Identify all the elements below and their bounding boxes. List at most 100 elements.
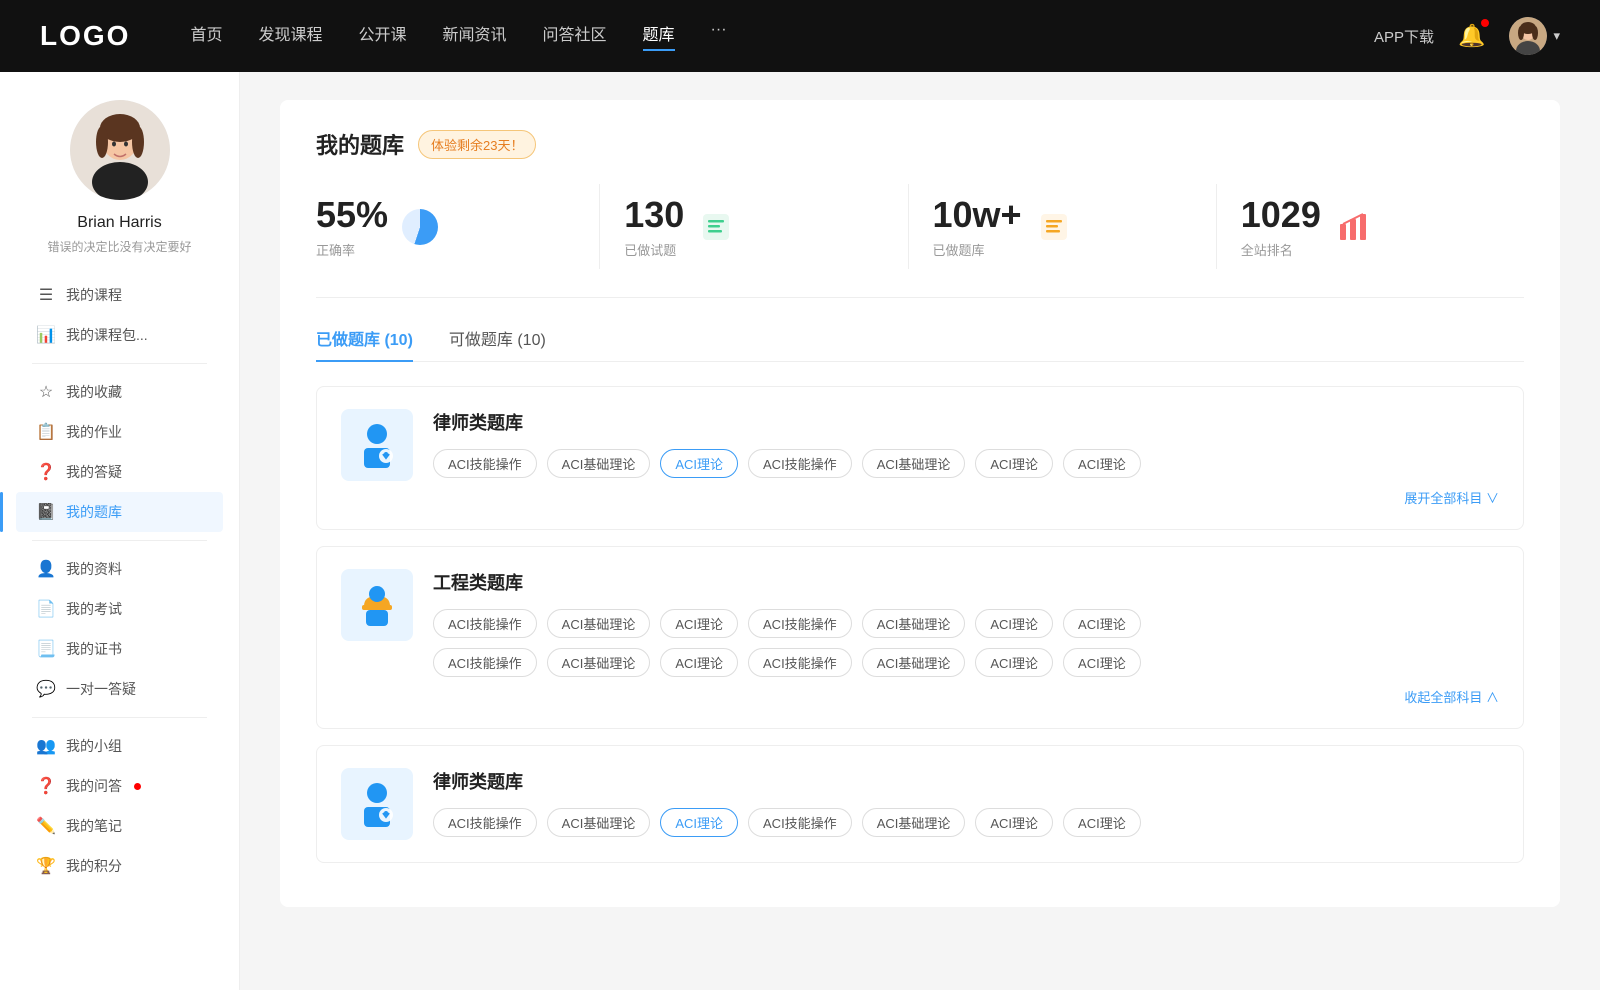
sidebar-label-my-points: 我的积分 xyxy=(66,856,122,876)
sidebar-item-my-notes[interactable]: ✏️ 我的笔记 xyxy=(16,806,223,846)
bell-button[interactable]: 🔔 xyxy=(1458,23,1485,49)
stat-done-banks-value: 10w+ xyxy=(933,194,1022,236)
questions-badge xyxy=(134,783,141,790)
engineer-icon-box xyxy=(341,569,413,641)
page-title: 我的题库 xyxy=(316,128,404,160)
tag-2-1[interactable]: ACI技能操作 xyxy=(433,609,537,638)
tag-2-9[interactable]: ACI基础理论 xyxy=(547,648,651,677)
tag-1-3[interactable]: ACI理论 xyxy=(660,449,738,478)
sidebar-item-one-on-one[interactable]: 💬 一对一答疑 xyxy=(16,669,223,709)
sidebar-item-my-cert[interactable]: 📃 我的证书 xyxy=(16,629,223,669)
qbank-card-3-header: 律师类题库 ACI技能操作 ACI基础理论 ACI理论 ACI技能操作 ACI基… xyxy=(341,768,1499,840)
sidebar-label-my-profile: 我的资料 xyxy=(66,559,122,579)
nav-open-course[interactable]: 公开课 xyxy=(358,21,406,51)
sidebar-item-my-group[interactable]: 👥 我的小组 xyxy=(16,726,223,766)
sidebar-item-my-packages[interactable]: 📊 我的课程包... xyxy=(16,315,223,355)
lawyer-icon-box-1 xyxy=(341,409,413,481)
tag-2-3[interactable]: ACI理论 xyxy=(660,609,738,638)
sidebar-label-my-exam: 我的考试 xyxy=(66,599,122,619)
app-download-link[interactable]: APP下载 xyxy=(1374,26,1434,47)
tab-todo[interactable]: 可做题库 (10) xyxy=(449,326,546,362)
main-layout: Brian Harris 错误的决定比没有决定要好 ☰ 我的课程 📊 我的课程包… xyxy=(0,72,1600,990)
sidebar-item-my-qbank[interactable]: 📓 我的题库 xyxy=(16,492,223,532)
tag-3-5[interactable]: ACI基础理论 xyxy=(862,808,966,837)
qbank-card-3: 律师类题库 ACI技能操作 ACI基础理论 ACI理论 ACI技能操作 ACI基… xyxy=(316,745,1524,863)
avatar xyxy=(1509,17,1547,55)
tag-1-1[interactable]: ACI技能操作 xyxy=(433,449,537,478)
stat-accuracy: 55% 正确率 xyxy=(316,184,600,269)
nav-more[interactable]: ··· xyxy=(711,21,727,51)
nav-home[interactable]: 首页 xyxy=(190,21,222,51)
stat-rank: 1029 全站排名 xyxy=(1217,184,1524,269)
tags-row-2b: ACI技能操作 ACI基础理论 ACI理论 ACI技能操作 ACI基础理论 AC… xyxy=(433,648,1499,677)
group-icon: 👥 xyxy=(36,736,56,756)
sidebar-item-my-qa[interactable]: ❓ 我的答疑 xyxy=(16,452,223,492)
sidebar-item-my-questions[interactable]: ❓ 我的问答 xyxy=(16,766,223,806)
pie-chart-icon xyxy=(402,209,438,245)
sidebar-item-my-homework[interactable]: 📋 我的作业 xyxy=(16,412,223,452)
user-avatar-area[interactable]: ▾ xyxy=(1509,17,1560,55)
tag-1-2[interactable]: ACI基础理论 xyxy=(547,449,651,478)
sidebar-item-my-exam[interactable]: 📄 我的考试 xyxy=(16,589,223,629)
sidebar-item-my-favorites[interactable]: ☆ 我的收藏 xyxy=(16,372,223,412)
nav-qbank[interactable]: 题库 xyxy=(643,21,675,51)
tag-3-3[interactable]: ACI理论 xyxy=(660,808,738,837)
nav-qa[interactable]: 问答社区 xyxy=(543,21,607,51)
tag-1-5[interactable]: ACI基础理论 xyxy=(862,449,966,478)
tag-2-7[interactable]: ACI理论 xyxy=(1063,609,1141,638)
tag-2-8[interactable]: ACI技能操作 xyxy=(433,648,537,677)
tag-2-6[interactable]: ACI理论 xyxy=(975,609,1053,638)
navbar: LOGO 首页 发现课程 公开课 新闻资讯 问答社区 题库 ··· APP下载 … xyxy=(0,0,1600,72)
qbank-icon: 📓 xyxy=(36,502,56,522)
tag-2-10[interactable]: ACI理论 xyxy=(660,648,738,677)
tag-1-4[interactable]: ACI技能操作 xyxy=(748,449,852,478)
tags-row-1: ACI技能操作 ACI基础理论 ACI理论 ACI技能操作 ACI基础理论 AC… xyxy=(433,449,1499,478)
tag-3-4[interactable]: ACI技能操作 xyxy=(748,808,852,837)
tag-2-13[interactable]: ACI理论 xyxy=(975,648,1053,677)
stat-accuracy-value: 55% xyxy=(316,194,388,236)
stat-done-banks: 10w+ 已做题库 xyxy=(909,184,1217,269)
expand-link-1[interactable]: 展开全部科目 ∨ xyxy=(433,488,1499,507)
tag-2-14[interactable]: ACI理论 xyxy=(1063,648,1141,677)
qbank-card-1-body: 律师类题库 ACI技能操作 ACI基础理论 ACI理论 ACI技能操作 ACI基… xyxy=(433,409,1499,507)
sidebar-menu: ☰ 我的课程 📊 我的课程包... ☆ 我的收藏 📋 我的作业 ❓ 我的答疑 📓 xyxy=(0,275,239,886)
exam-icon: 📄 xyxy=(36,599,56,619)
tag-1-6[interactable]: ACI理论 xyxy=(975,449,1053,478)
qbank-card-1-header: 律师类题库 ACI技能操作 ACI基础理论 ACI理论 ACI技能操作 ACI基… xyxy=(341,409,1499,507)
tag-3-7[interactable]: ACI理论 xyxy=(1063,808,1141,837)
tab-done[interactable]: 已做题库 (10) xyxy=(316,326,413,362)
sidebar-divider-1 xyxy=(32,363,207,364)
stat-done-questions-value: 130 xyxy=(624,194,684,236)
tag-2-2[interactable]: ACI基础理论 xyxy=(547,609,651,638)
stat-done-questions: 130 已做试题 xyxy=(600,184,908,269)
sidebar-item-my-points[interactable]: 🏆 我的积分 xyxy=(16,846,223,886)
nav-news[interactable]: 新闻资讯 xyxy=(443,21,507,51)
sidebar-label-my-questions: 我的问答 xyxy=(66,776,122,796)
sidebar-label-my-notes: 我的笔记 xyxy=(66,816,122,836)
tag-3-2[interactable]: ACI基础理论 xyxy=(547,808,651,837)
qbank-title-1: 律师类题库 xyxy=(433,409,1499,435)
sidebar-item-my-courses[interactable]: ☰ 我的课程 xyxy=(16,275,223,315)
sidebar-item-my-profile[interactable]: 👤 我的资料 xyxy=(16,549,223,589)
tag-3-6[interactable]: ACI理论 xyxy=(975,808,1053,837)
sidebar: Brian Harris 错误的决定比没有决定要好 ☰ 我的课程 📊 我的课程包… xyxy=(0,72,240,990)
collapse-link-2[interactable]: 收起全部科目 ∧ xyxy=(433,687,1499,706)
page-header: 我的题库 体验剩余23天！ xyxy=(316,128,1524,160)
tag-1-7[interactable]: ACI理论 xyxy=(1063,449,1141,478)
tabs-row: 已做题库 (10) 可做题库 (10) xyxy=(316,326,1524,362)
stat-done-questions-icon xyxy=(696,207,736,247)
main-content: 我的题库 体验剩余23天！ 55% 正确率 xyxy=(240,72,1600,990)
tag-2-4[interactable]: ACI技能操作 xyxy=(748,609,852,638)
tag-2-11[interactable]: ACI技能操作 xyxy=(748,648,852,677)
tag-2-12[interactable]: ACI基础理论 xyxy=(862,648,966,677)
one-on-one-icon: 💬 xyxy=(36,679,56,699)
qbank-title-2: 工程类题库 xyxy=(433,569,1499,595)
tag-2-5[interactable]: ACI基础理论 xyxy=(862,609,966,638)
nav-discover[interactable]: 发现课程 xyxy=(258,21,322,51)
tag-3-1[interactable]: ACI技能操作 xyxy=(433,808,537,837)
tags-row-3: ACI技能操作 ACI基础理论 ACI理论 ACI技能操作 ACI基础理论 AC… xyxy=(433,808,1499,837)
stats-row: 55% 正确率 130 已做试题 xyxy=(316,184,1524,298)
sidebar-label-my-courses: 我的课程 xyxy=(66,285,122,305)
profile-icon: 👤 xyxy=(36,559,56,579)
sidebar-label-one-on-one: 一对一答疑 xyxy=(66,679,136,699)
